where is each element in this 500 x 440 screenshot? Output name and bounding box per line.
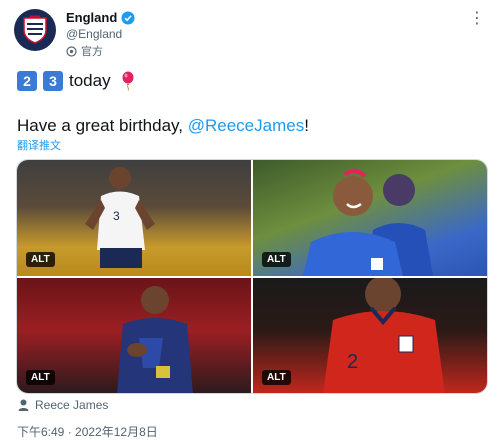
mention-link[interactable]: @ReeceJames: [188, 116, 304, 135]
today-word: today: [69, 71, 111, 90]
tweet-line-2: Have a great birthday, @ReeceJames!: [17, 116, 309, 136]
verified-badge-icon: [121, 11, 135, 24]
balloon-emoji-icon: [122, 71, 134, 91]
official-badge-icon: [66, 45, 77, 57]
official-label: 官方: [81, 46, 103, 58]
author-name[interactable]: England: [66, 10, 117, 25]
tweet-line-1: 2 3 today: [17, 71, 135, 91]
alt-badge-4[interactable]: ALT: [262, 370, 291, 385]
alt-badge-3[interactable]: ALT: [26, 370, 55, 385]
tagged-user-name: Reece James: [35, 398, 109, 412]
photo-2[interactable]: ALT: [253, 160, 487, 276]
birthday-text: Have a great birthday,: [17, 116, 188, 135]
author-handle[interactable]: @England: [66, 27, 122, 41]
tweet-card: England @England 官方 ⋮ 2 3 today Have a g…: [0, 0, 500, 440]
alt-badge-1[interactable]: ALT: [26, 252, 55, 267]
author-avatar[interactable]: [14, 9, 56, 51]
svg-text:2: 2: [347, 351, 358, 373]
three-lions-crest-icon: [23, 15, 47, 44]
keycap-digit-2: 2: [17, 71, 37, 91]
translate-tweet-link[interactable]: 翻译推文: [17, 137, 61, 153]
exclamation: !: [304, 116, 309, 135]
photo-3[interactable]: ALT: [17, 278, 251, 393]
tagged-user-link[interactable]: Reece James: [18, 398, 108, 412]
svg-text:3: 3: [113, 209, 120, 223]
photo-grid: 3 ALT ALT ALT 2 ALT: [16, 159, 488, 394]
photo-4[interactable]: 2 ALT: [253, 278, 487, 393]
keycap-digit-3: 3: [43, 71, 63, 91]
more-options-icon[interactable]: ⋮: [469, 8, 486, 28]
official-label-row: 官方: [66, 43, 103, 59]
photo-1[interactable]: 3 ALT: [17, 160, 251, 276]
tweet-timestamp[interactable]: 下午6:49 · 2022年12月8日: [17, 423, 158, 440]
alt-badge-2[interactable]: ALT: [262, 252, 291, 267]
author-name-row: England: [66, 10, 135, 25]
person-icon: [18, 399, 29, 411]
